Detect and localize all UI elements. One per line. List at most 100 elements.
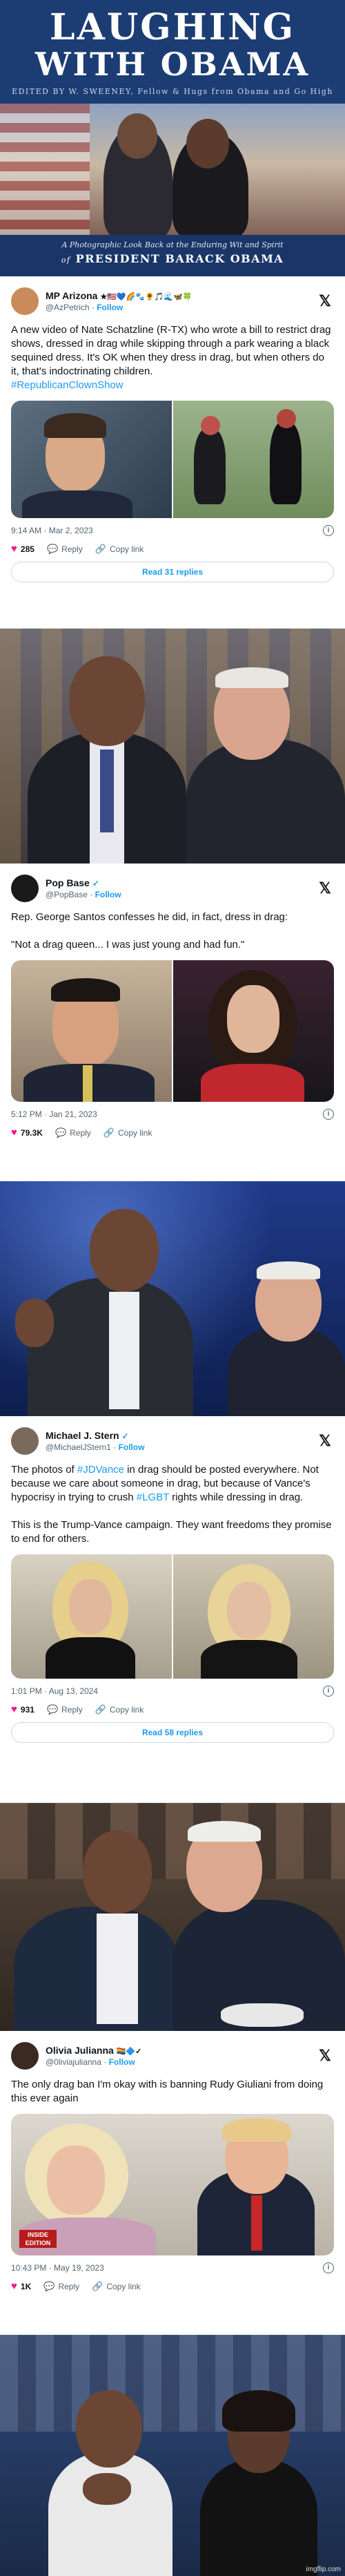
like-button[interactable]: ♥ 931 [11,1704,34,1715]
tweet-body: A new video of Nate Schatzline (R-TX) wh… [11,324,331,377]
author-name-emojis: 🏳️‍🌈🔷✓ [116,2048,142,2056]
heart-icon: ♥ [11,2280,17,2292]
author-name[interactable]: MP Arizona ★🇺🇸💙🌈🐾🌻🎵🌊🦋🍀 [46,290,316,301]
author-handle-row: @PopBase · Follow [46,890,121,899]
hashtag-link[interactable]: #RepublicanClownShow [11,379,124,391]
x-logo-icon[interactable]: 𝕏 [316,292,334,310]
info-icon[interactable]: i [323,525,334,536]
avatar[interactable] [11,2042,39,2070]
author-name-text: Olivia Julianna [46,2045,114,2056]
second-person-hair [222,2118,291,2141]
media-photo-left[interactable] [11,1554,172,1679]
tweet-author: MP Arizona ★🇺🇸💙🌈🐾🌻🎵🌊🦋🍀 @AzPetrich · Foll… [46,290,316,312]
tweet-card[interactable]: Pop Base ✓ @PopBase · Follow 𝕏 Rep. Geor… [0,864,345,1181]
obama-shirt [109,1292,139,1409]
info-icon[interactable]: i [323,1686,334,1697]
like-count: 285 [20,544,34,554]
reply-button[interactable]: 💬 Reply [47,1704,83,1715]
media-photo-right[interactable] [173,960,334,1102]
media-photo-right[interactable] [173,1554,334,1679]
copy-link-label: Copy link [118,1127,152,1138]
tweet-actions: ♥ 1K 💬 Reply 🔗 Copy link [11,2280,334,2292]
person-hair [44,413,106,438]
author-handle[interactable]: @MichaelJStern1 [46,1442,111,1452]
reply-button[interactable]: 💬 Reply [47,544,83,555]
tweet-media[interactable] [11,960,334,1102]
like-button[interactable]: ♥ 285 [11,543,34,555]
author-name[interactable]: Pop Base ✓ [46,877,316,888]
follow-button[interactable]: Follow [97,303,123,312]
meme-photo-laughing-3 [0,1803,345,2031]
author-handle[interactable]: @AzPetrich [46,303,90,312]
obama-raised-hand [15,1299,54,1347]
avatar[interactable] [11,1427,39,1455]
cover-editor-line: EDITED BY W. SWEENEY, Fellow & Hugs from… [12,87,333,96]
tweet-card[interactable]: Olivia Julianna 🏳️‍🌈🔷✓ @0liviajulianna ·… [0,2031,345,2335]
link-icon: 🔗 [95,1704,106,1715]
read-replies-button[interactable]: Read 31 replies [11,562,334,582]
author-name[interactable]: Olivia Julianna 🏳️‍🌈🔷✓ [46,2045,316,2056]
tweet-actions: ♥ 931 💬 Reply 🔗 Copy link [11,1704,334,1715]
info-icon[interactable]: i [323,1109,334,1120]
cover-title-line1: LAUGHING [49,6,296,48]
hashtag-link[interactable]: #LGBT [137,1491,169,1503]
tweet-timestamp[interactable]: 9:14 AM · Mar 2, 2023 [11,526,93,535]
tweet-card[interactable]: Michael J. Stern ✓ @MichaelJStern1 · Fol… [0,1416,345,1803]
tweet-media[interactable]: INSIDE EDITION [11,2114,334,2255]
avatar[interactable] [11,875,39,902]
black-dress [201,1640,297,1679]
biden-hair [188,1821,261,1842]
tweet-card[interactable]: MP Arizona ★🇺🇸💙🌈🐾🌻🎵🌊🦋🍀 @AzPetrich · Foll… [0,276,345,629]
like-button[interactable]: ♥ 79.3K [11,1127,43,1138]
cover-title-line2: WITH OBAMA [34,46,310,83]
reply-icon: 💬 [43,2280,55,2291]
avatar[interactable] [11,287,39,315]
tweet-timestamp[interactable]: 1:01 PM · Aug 13, 2024 [11,1686,98,1696]
meme-photo-laughing-4: imgflip.com [0,2335,345,2576]
like-count: 79.3K [20,1127,43,1138]
tweet-time-row: 9:14 AM · Mar 2, 2023 i [11,525,334,536]
follow-button[interactable]: Follow [109,2057,135,2067]
reply-button[interactable]: 💬 Reply [43,2281,79,2292]
tweet-media[interactable] [11,1554,334,1679]
cover-title-area: LAUGHING WITH OBAMA EDITED BY W. SWEENEY… [0,0,345,104]
meme-page: LAUGHING WITH OBAMA EDITED BY W. SWEENEY… [0,0,345,2576]
crowd-backdrop [0,1803,345,1879]
media-photo-right[interactable] [173,401,334,518]
reply-icon: 💬 [46,543,59,554]
tweet-timestamp[interactable]: 5:12 PM · Jan 21, 2023 [11,1109,97,1119]
media-photo-left[interactable] [11,960,172,1102]
x-logo-icon[interactable]: 𝕏 [316,2047,334,2065]
cover-photo [0,104,345,238]
copy-link-button[interactable]: 🔗 Copy link [103,1127,152,1138]
read-replies-button[interactable]: Read 58 replies [11,1722,334,1743]
media-photo-left[interactable] [11,401,172,518]
tweet-author: Pop Base ✓ @PopBase · Follow [46,877,316,899]
author-name[interactable]: Michael J. Stern ✓ [46,1430,316,1441]
heart-icon: ♥ [11,1704,17,1715]
cover-subtitle-prefix: of [61,256,71,265]
cover-person-left-head [117,113,157,159]
x-logo-icon[interactable]: 𝕏 [316,1432,334,1450]
person-face [227,1582,271,1639]
tweet-timestamp[interactable]: 10:43 PM · May 19, 2023 [11,2263,104,2273]
copy-link-button[interactable]: 🔗 Copy link [92,2281,141,2292]
flag-backdrop [0,104,90,238]
tv-badge: INSIDE EDITION [19,2230,57,2248]
tweet-media[interactable] [11,401,334,518]
follow-button[interactable]: Follow [95,890,121,899]
x-logo-icon[interactable]: 𝕏 [316,879,334,897]
hashtag-link[interactable]: #JDVance [77,1464,124,1476]
author-handle[interactable]: @PopBase [46,890,88,899]
copy-link-button[interactable]: 🔗 Copy link [95,1704,144,1715]
media-photo[interactable]: INSIDE EDITION [11,2114,334,2255]
author-handle[interactable]: @0liviajulianna [46,2057,101,2067]
like-button[interactable]: ♥ 1K [11,2280,31,2292]
black-dress [46,1637,135,1679]
info-icon[interactable]: i [323,2262,334,2273]
reply-button[interactable]: 💬 Reply [55,1127,91,1138]
biden-body [186,739,345,864]
copy-link-button[interactable]: 🔗 Copy link [95,544,144,555]
person-hair [51,978,120,1002]
follow-button[interactable]: Follow [119,1442,145,1452]
